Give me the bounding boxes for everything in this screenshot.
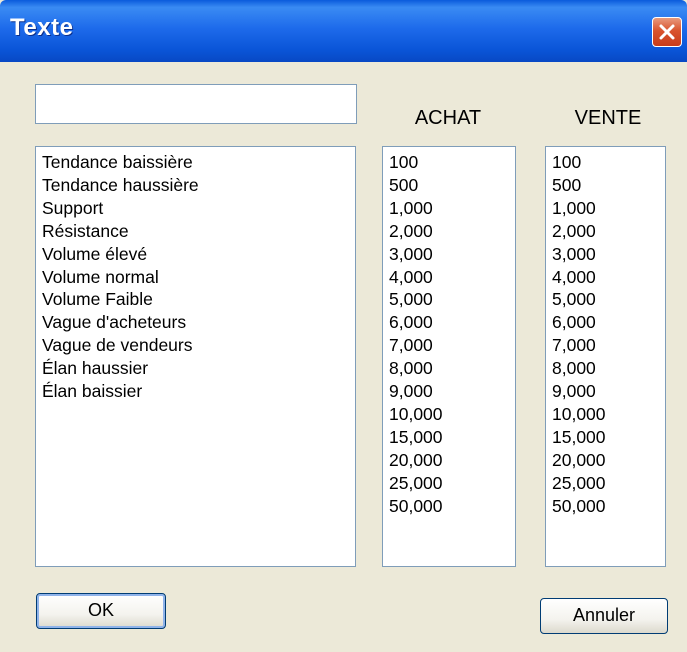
list-item[interactable]: 5,000 bbox=[389, 288, 515, 311]
list-item[interactable]: 500 bbox=[552, 174, 665, 197]
list-item[interactable]: 100 bbox=[552, 151, 665, 174]
achat-listbox[interactable]: 100 500 1,000 2,000 3,000 4,000 5,000 6,… bbox=[382, 146, 516, 567]
text-input[interactable] bbox=[35, 84, 357, 124]
list-item[interactable]: 100 bbox=[389, 151, 515, 174]
list-item[interactable]: 9,000 bbox=[552, 380, 665, 403]
list-item[interactable]: Volume normal bbox=[42, 266, 355, 289]
list-item[interactable]: Vague d'acheteurs bbox=[42, 311, 355, 334]
list-item[interactable]: 25,000 bbox=[389, 472, 515, 495]
list-item[interactable]: 2,000 bbox=[389, 220, 515, 243]
list-item[interactable]: 500 bbox=[389, 174, 515, 197]
list-item[interactable]: 7,000 bbox=[552, 334, 665, 357]
list-item[interactable]: Volume Faible bbox=[42, 288, 355, 311]
list-item[interactable]: 10,000 bbox=[389, 403, 515, 426]
list-item[interactable]: 8,000 bbox=[552, 357, 665, 380]
list-item[interactable]: Élan baissier bbox=[42, 380, 355, 403]
list-item[interactable]: Résistance bbox=[42, 220, 355, 243]
list-item[interactable]: 1,000 bbox=[389, 197, 515, 220]
list-item[interactable]: 2,000 bbox=[552, 220, 665, 243]
window-title: Texte bbox=[10, 14, 74, 41]
list-item[interactable]: Support bbox=[42, 197, 355, 220]
list-item[interactable]: 15,000 bbox=[552, 426, 665, 449]
list-item[interactable]: Volume élevé bbox=[42, 243, 355, 266]
list-item[interactable]: 7,000 bbox=[389, 334, 515, 357]
list-item[interactable]: 9,000 bbox=[389, 380, 515, 403]
list-item[interactable]: 3,000 bbox=[389, 243, 515, 266]
close-icon bbox=[659, 24, 675, 40]
list-item[interactable]: 15,000 bbox=[389, 426, 515, 449]
list-item[interactable]: 50,000 bbox=[389, 495, 515, 518]
list-item[interactable]: 6,000 bbox=[552, 311, 665, 334]
list-item[interactable]: 4,000 bbox=[552, 266, 665, 289]
list-item[interactable]: Vague de vendeurs bbox=[42, 334, 355, 357]
list-item[interactable]: 4,000 bbox=[389, 266, 515, 289]
dialog-window: Texte ACHAT VENTE Tendance baissière Ten… bbox=[0, 0, 687, 652]
list-item[interactable]: 20,000 bbox=[552, 449, 665, 472]
list-item[interactable]: 1,000 bbox=[552, 197, 665, 220]
list-item[interactable]: 8,000 bbox=[389, 357, 515, 380]
list-item[interactable]: 20,000 bbox=[389, 449, 515, 472]
close-button[interactable] bbox=[652, 17, 682, 47]
ok-button[interactable]: OK bbox=[36, 593, 166, 629]
label-listbox[interactable]: Tendance baissière Tendance haussière Su… bbox=[35, 146, 356, 567]
list-item[interactable]: 25,000 bbox=[552, 472, 665, 495]
list-item[interactable]: Tendance baissière bbox=[42, 151, 355, 174]
list-item[interactable]: 10,000 bbox=[552, 403, 665, 426]
list-item[interactable]: 6,000 bbox=[389, 311, 515, 334]
list-item[interactable]: 3,000 bbox=[552, 243, 665, 266]
title-bar[interactable]: Texte bbox=[0, 0, 687, 62]
vente-listbox[interactable]: 100 500 1,000 2,000 3,000 4,000 5,000 6,… bbox=[545, 146, 666, 567]
list-item[interactable]: 50,000 bbox=[552, 495, 665, 518]
vente-header: VENTE bbox=[574, 107, 642, 129]
list-item[interactable]: Élan haussier bbox=[42, 357, 355, 380]
list-item[interactable]: Tendance haussière bbox=[42, 174, 355, 197]
list-item[interactable]: 5,000 bbox=[552, 288, 665, 311]
cancel-button[interactable]: Annuler bbox=[540, 598, 668, 634]
achat-header: ACHAT bbox=[414, 107, 482, 129]
